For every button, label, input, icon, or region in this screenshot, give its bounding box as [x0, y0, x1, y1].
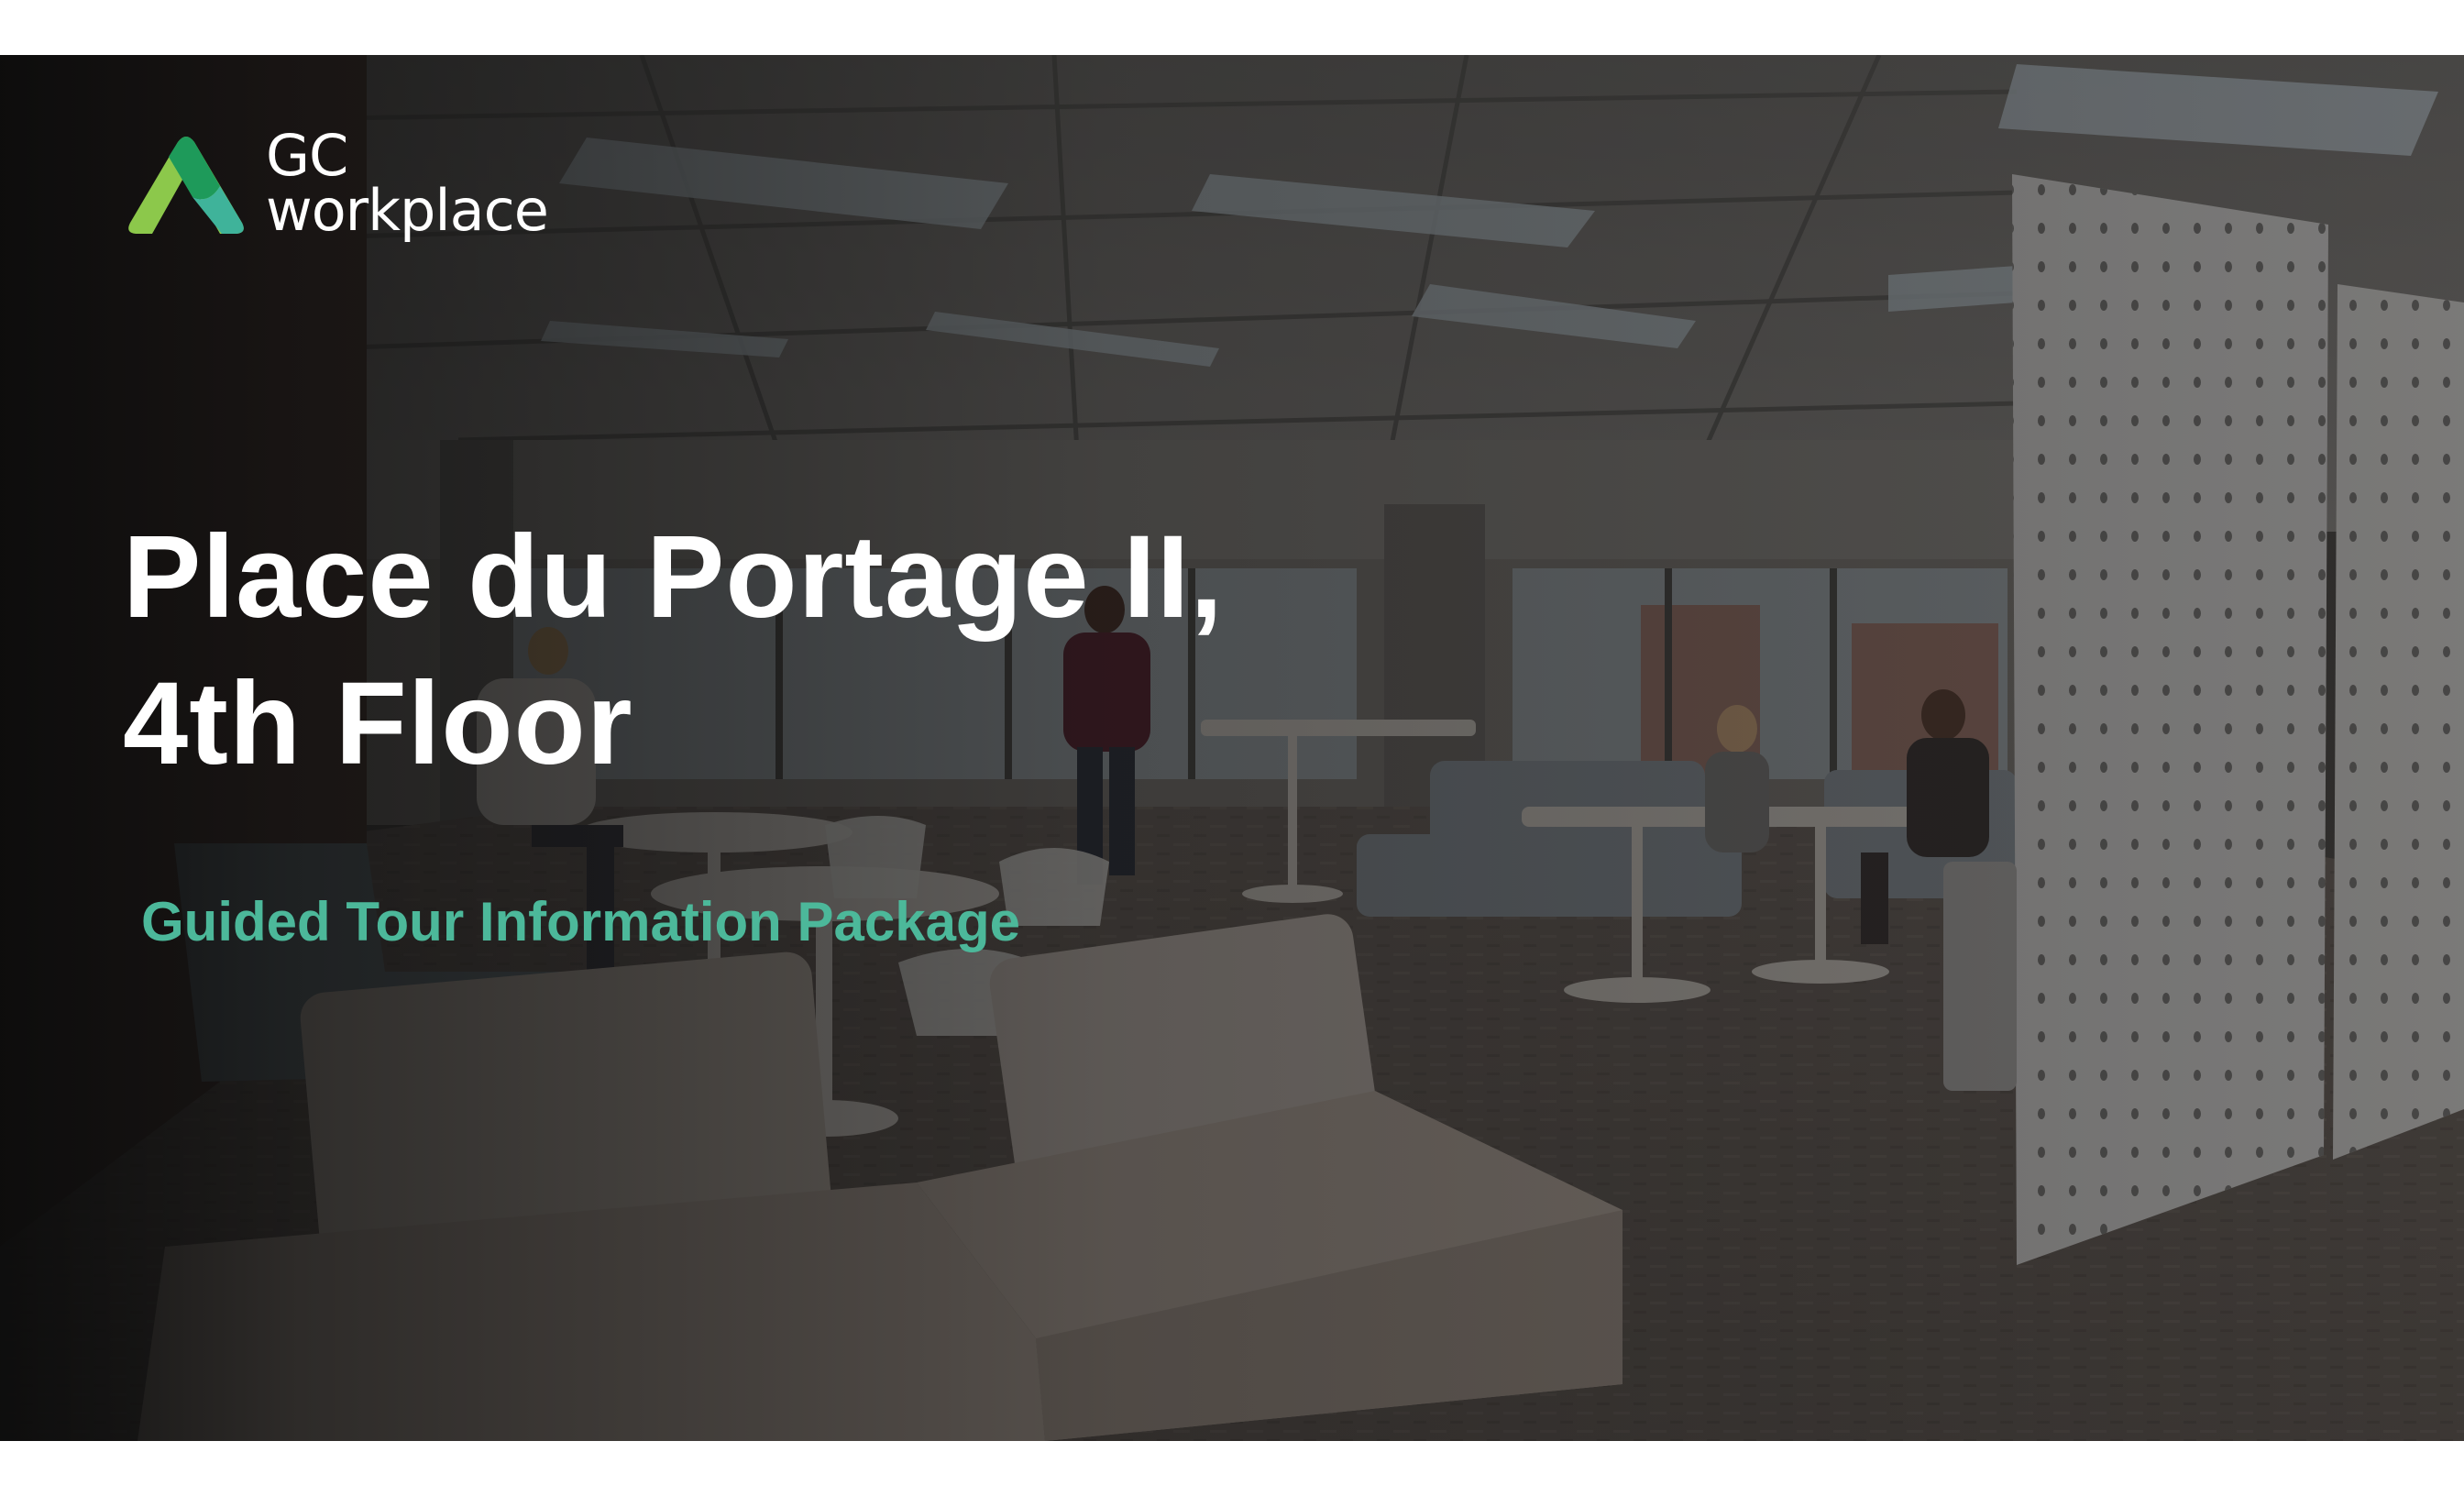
title-line-2: 4th Floor: [123, 658, 633, 789]
logo-wordmark: GC workplace: [266, 122, 549, 244]
page-subtitle: Guided Tour Information Package: [141, 891, 1021, 952]
page-title: Place du Portage II, 4th Floor: [123, 504, 1224, 798]
title-line-1: Place du Portage II,: [123, 512, 1224, 643]
logo-line-2: workplace: [266, 177, 549, 244]
cover-slide: GC workplace Place du Portage II, 4th Fl…: [0, 55, 2464, 1441]
logo-line-1: GC: [266, 122, 348, 189]
page: GC workplace Place du Portage II, 4th Fl…: [0, 0, 2464, 1496]
gc-workplace-logo-icon: [128, 137, 244, 234]
gc-workplace-logo: GC workplace: [121, 122, 549, 244]
